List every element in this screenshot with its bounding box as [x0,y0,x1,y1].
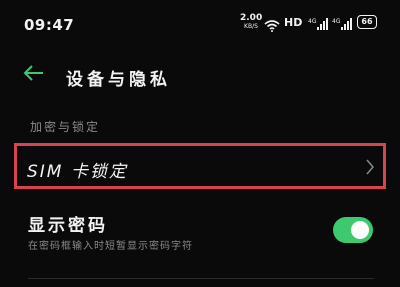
page-header: 设备与隐私 [0,60,400,90]
page-title: 设备与隐私 [66,70,171,90]
hd-badge: HD [284,16,303,29]
status-bar: 09:47 2.00 KB/S HD 4G 4G 66 [0,8,400,36]
settings-screen: 09:47 2.00 KB/S HD 4G 4G 66 设备与隐私 加密与锁定 … [0,0,400,287]
wifi-icon [264,17,280,36]
sim-lock-item[interactable]: SIM 卡锁定 [14,143,386,189]
show-password-title: 显示密码 [28,216,108,236]
divider [28,278,374,279]
back-arrow-icon[interactable] [22,64,48,86]
chevron-right-icon [365,159,375,179]
battery-icon: 66 [357,15,377,29]
section-label: 加密与锁定 [30,120,101,134]
signal-strength-icon: 4G [332,16,352,35]
toggle-knob [351,221,369,239]
network-speed-value: 2.00 [240,13,263,23]
signal-strength-icon: 4G [308,16,328,35]
status-time: 09:47 [24,16,75,34]
show-password-item: 显示密码 在密码框输入时短暂显示密码字符 [0,203,400,259]
show-password-toggle[interactable] [333,217,373,243]
network-speed-unit: KB/S [244,23,258,30]
show-password-description: 在密码框输入时短暂显示密码字符 [28,241,193,252]
signal-1-label: 4G [308,18,317,25]
sim-lock-label: SIM 卡锁定 [27,162,128,182]
signal-2-label: 4G [332,18,341,25]
network-speed: 2.00 KB/S [240,14,262,31]
